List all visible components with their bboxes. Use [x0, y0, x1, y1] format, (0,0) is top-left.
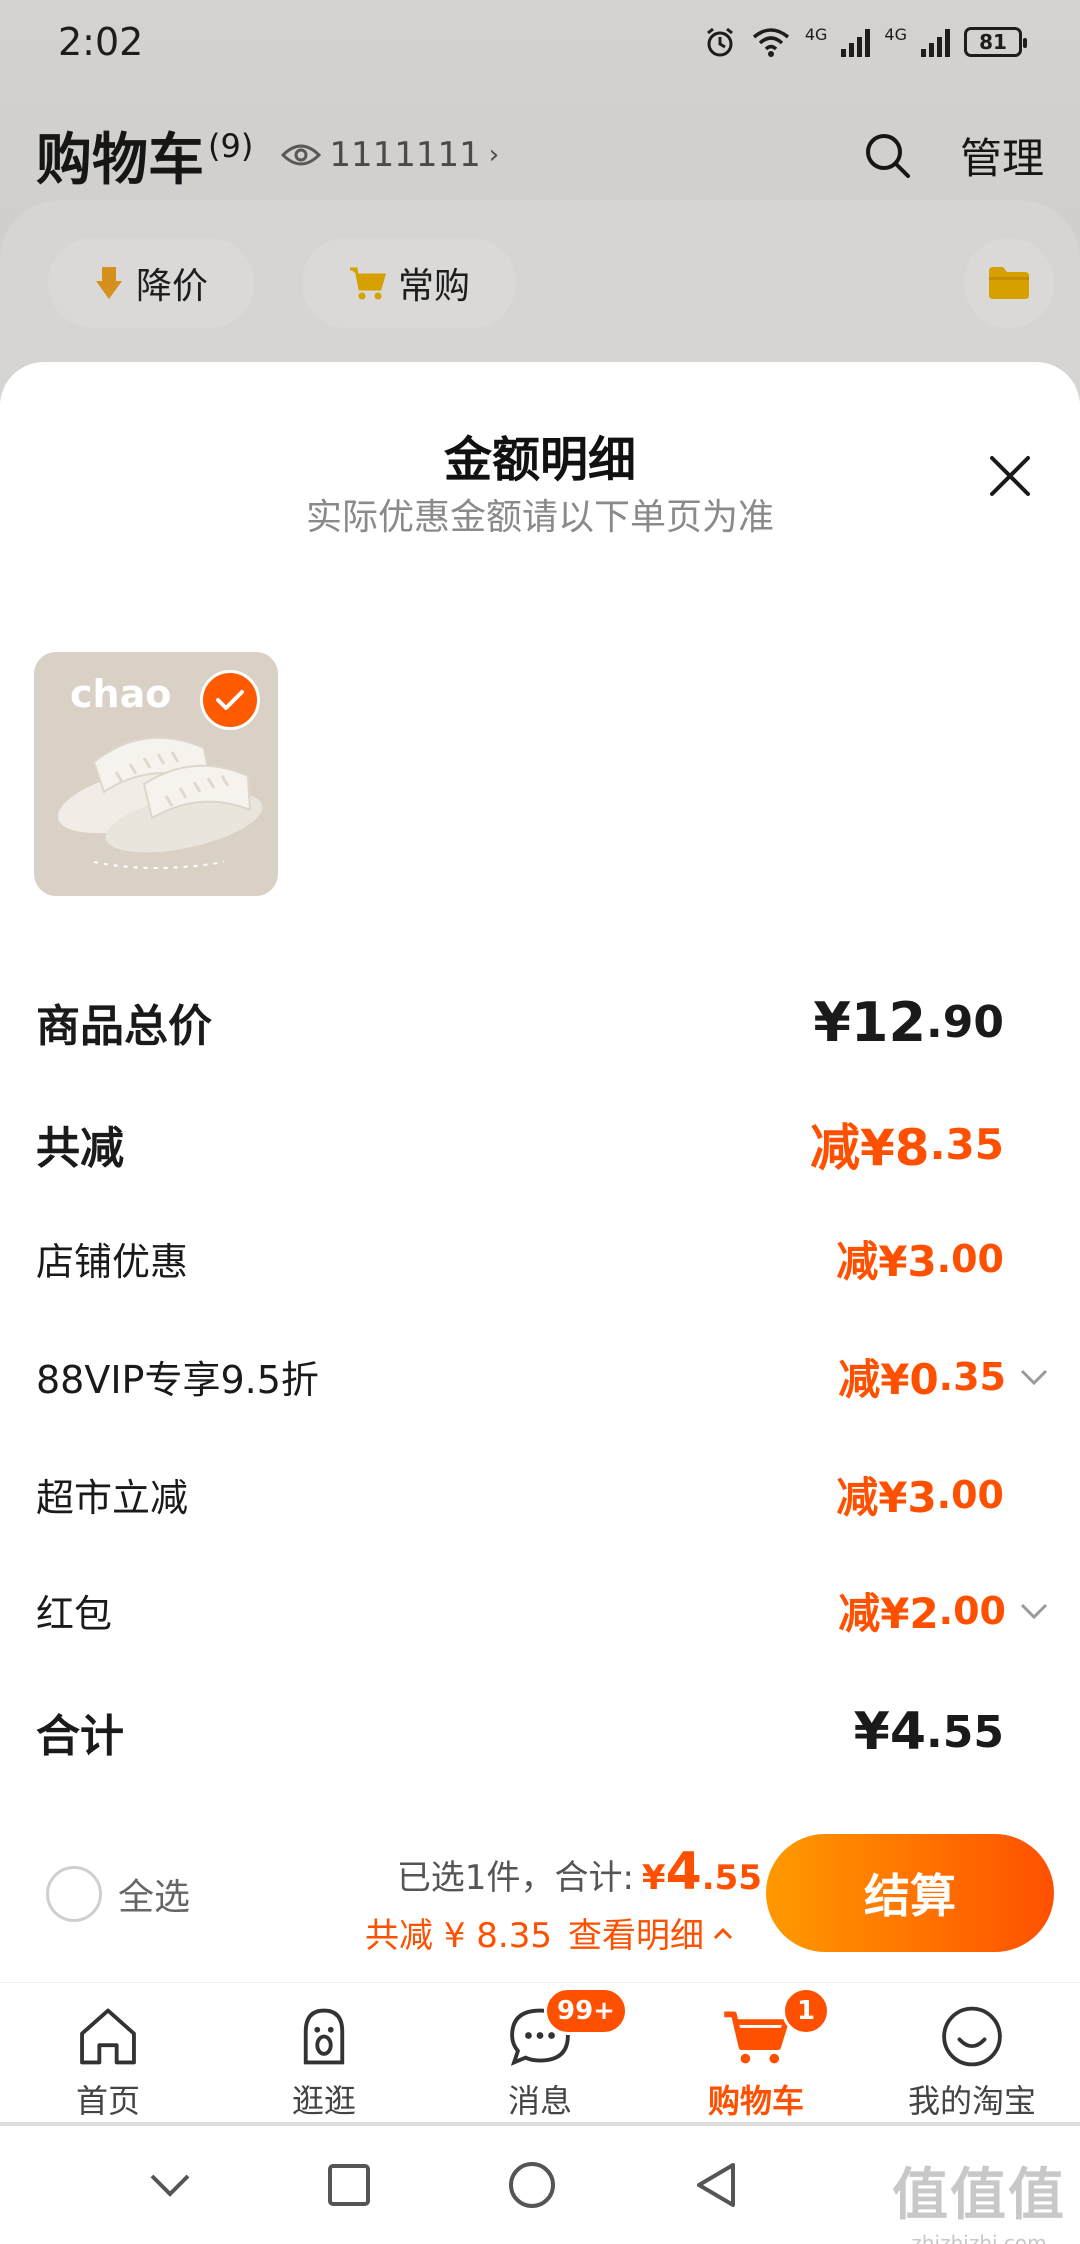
browse-icon [303, 2008, 345, 2065]
home-icon [80, 2008, 136, 2065]
cart-badge: 1 [782, 1987, 830, 2035]
row-value: 减¥8.35 [810, 1119, 1004, 1177]
total-decimal: .55 [701, 1858, 762, 1898]
row-value: 减¥3.00 [836, 1236, 1004, 1287]
watermark-url: zhizhizhi.com [911, 2231, 1047, 2244]
selected-text: 已选1件，合计: [396, 1858, 634, 1898]
nav-home-icon[interactable] [507, 2160, 557, 2210]
row-value: 减¥2.00 [838, 1580, 1050, 1641]
checkout-bar: 全选 已选1件，合计: ¥ 4 .55 共减 ¥ 8.35 查看明细 结算 [0, 1820, 1080, 1980]
tab-browse[interactable]: 逛逛 [216, 1983, 432, 2122]
nav-recents-icon[interactable] [327, 2163, 371, 2207]
tab-cart[interactable]: 1 购物车 [648, 1983, 864, 2122]
chevron-up-icon[interactable] [712, 1925, 734, 1941]
close-button[interactable] [980, 446, 1040, 506]
row-label: 红包 [36, 1592, 113, 1636]
chevron-down-icon[interactable] [1018, 1595, 1050, 1627]
watermark: 值值值 zhizhizhi.com [892, 2150, 1066, 2244]
select-all-label: 全选 [118, 1877, 191, 1918]
saved-text: 共减 ¥ 8.35 [365, 1916, 552, 1956]
checkout-button[interactable]: 结算 [766, 1834, 1054, 1952]
row-vip-discount[interactable]: 88VIP专享9.5折 减¥0.35 [36, 1346, 1050, 1407]
watermark-logo: 值值值 [892, 2163, 1066, 2228]
row-label: 超市立减 [36, 1476, 189, 1520]
tab-label: 逛逛 [291, 2082, 356, 2120]
select-all-radio[interactable] [46, 1866, 102, 1922]
tab-label: 消息 [507, 2082, 572, 2120]
row-label: 88VIP专享9.5折 [36, 1358, 319, 1402]
product-thumbnail: chao [34, 652, 278, 896]
row-label: 商品总价 [36, 1001, 212, 1052]
row-value: ¥4.55 [853, 1702, 1004, 1762]
tab-label: 首页 [75, 2082, 140, 2120]
close-icon [990, 456, 1030, 496]
total-main: 4 [665, 1842, 702, 1902]
row-supermarket-discount: 超市立减 减¥3.00 [36, 1464, 1004, 1525]
sheet-subtitle: 实际优惠金额请以下单页为准 [305, 497, 774, 538]
view-details-link[interactable]: 查看明细 [568, 1908, 704, 1957]
row-label: 店铺优惠 [36, 1240, 189, 1284]
row-red-packet[interactable]: 红包 减¥2.00 [36, 1580, 1050, 1641]
row-label: 共减 [36, 1123, 124, 1174]
tab-messages[interactable]: 99+ 消息 [432, 1983, 648, 2122]
bottom-tab-bar: 首页 逛逛 99+ 消息 1 购物车 我的淘宝 [0, 1982, 1080, 2122]
row-total-discount: 共减 减¥8.35 [36, 1108, 1004, 1180]
row-sum: 合计 ¥4.55 [36, 1700, 1004, 1764]
row-value: ¥12.90 [813, 990, 1004, 1054]
tab-home[interactable]: 首页 [0, 1983, 216, 2122]
tab-label: 我的淘宝 [907, 2082, 1036, 2120]
message-badge: 99+ [544, 1987, 628, 2035]
select-all-toggle[interactable]: 全选 [46, 1866, 190, 1922]
nav-back-icon[interactable] [693, 2161, 737, 2209]
row-label: 合计 [36, 1711, 124, 1762]
chevron-down-icon[interactable] [1018, 1361, 1050, 1393]
row-goods-total: 商品总价 ¥12.90 [36, 990, 1004, 1054]
tab-profile[interactable]: 我的淘宝 [864, 1983, 1080, 2122]
profile-icon [942, 2006, 1002, 2067]
discount-summary[interactable]: 共减 ¥ 8.35 查看明细 [365, 1908, 734, 1957]
total-currency: ¥ [641, 1858, 666, 1898]
selected-summary: 已选1件，合计: ¥ 4 .55 [397, 1842, 762, 1902]
sheet-title: 金额明细 [443, 432, 636, 488]
row-value: 减¥0.35 [838, 1346, 1050, 1407]
slipper-image [58, 736, 263, 869]
nav-hide-icon[interactable] [148, 2170, 192, 2200]
row-store-discount: 店铺优惠 减¥3.00 [36, 1228, 1004, 1289]
row-value: 减¥3.00 [836, 1472, 1004, 1523]
tab-label: 购物车 [707, 2082, 804, 2120]
